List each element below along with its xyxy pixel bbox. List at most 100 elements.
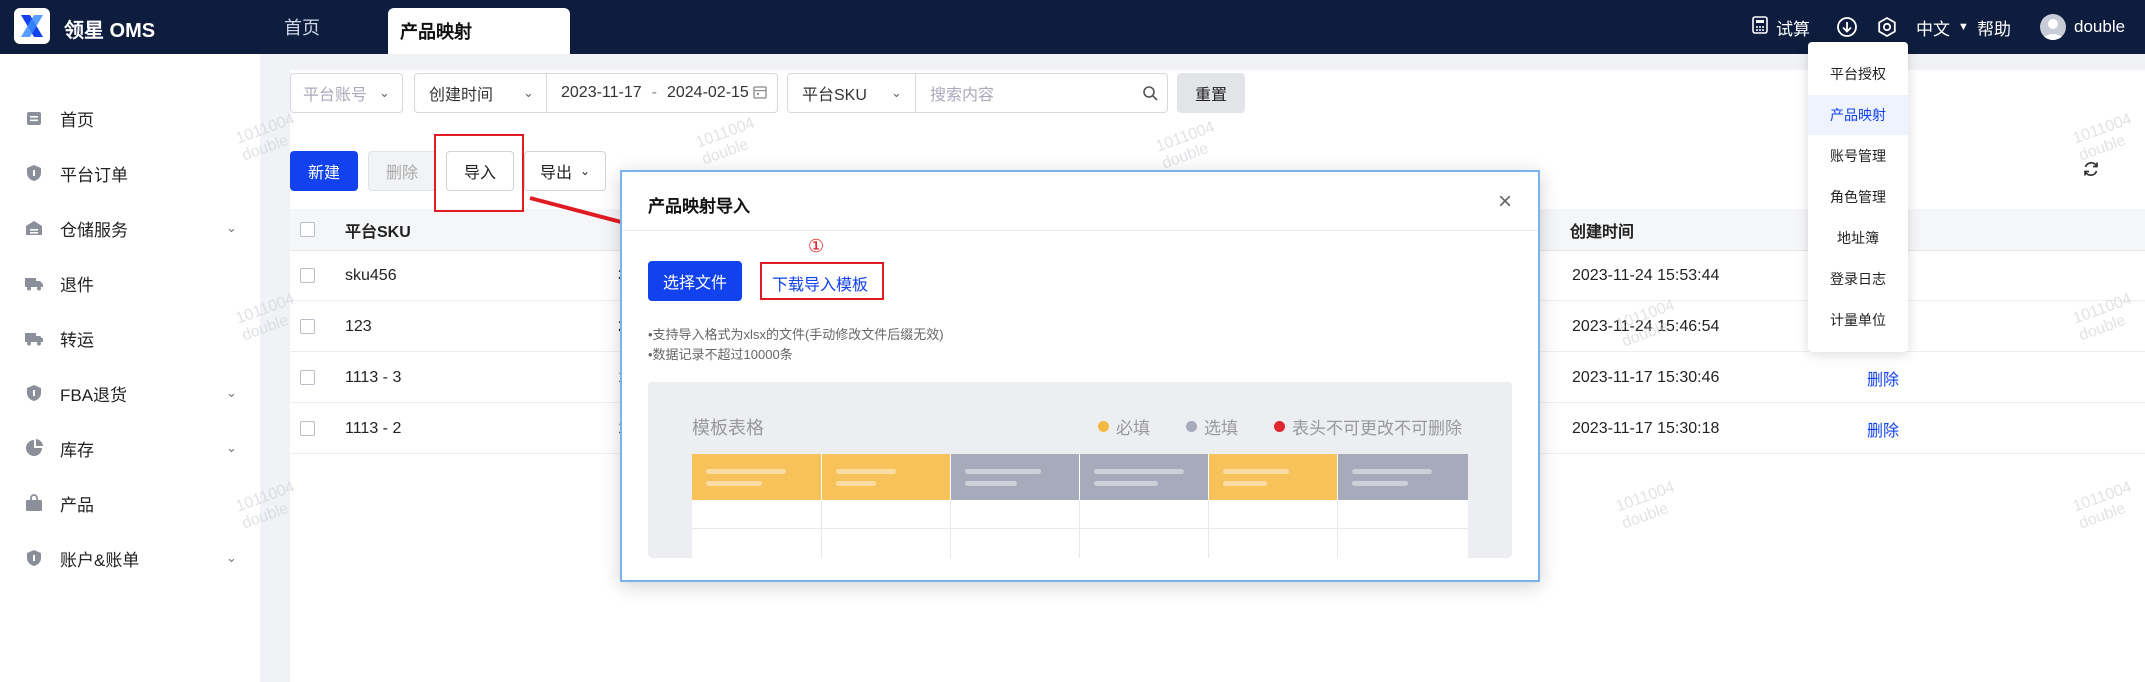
truck-icon (24, 273, 44, 293)
time-type-label: 创建时间 (429, 87, 494, 104)
yellow-dot-icon (1098, 421, 1109, 432)
date-range-picker[interactable]: 2023-11-17 - 2024-02-15 (546, 73, 778, 113)
sidebar-item-label: 库存 (60, 440, 94, 460)
shield-icon (24, 383, 44, 403)
time-type-select[interactable]: 创建时间 ⌄ (414, 73, 548, 113)
row-delete-link[interactable]: 删除 (1867, 404, 1899, 454)
cell-sku: 123 (345, 318, 372, 335)
truck-icon (24, 328, 44, 348)
chevron-down-icon: ⌄ (379, 85, 390, 100)
export-button[interactable]: 导出 ⌄ (524, 151, 606, 191)
legend-label: 选填 (1204, 419, 1238, 438)
calc-label: 试算 (1776, 19, 1810, 39)
warehouse-icon (24, 218, 44, 238)
row-delete-link[interactable]: 删除 (1867, 353, 1899, 403)
search-input[interactable]: 搜索内容 (915, 73, 1168, 113)
menu-item-product-mapping[interactable]: 产品映射 (1808, 95, 1908, 135)
chevron-down-icon: ⌄ (226, 385, 237, 400)
export-label: 导出 (539, 165, 572, 182)
caret-down-icon: ▼ (1958, 21, 1969, 33)
language-label: 中文 (1916, 19, 1950, 39)
sidebar: 首页 平台订单 仓储服务 ⌄ 退件 转运 FBA退货 ⌄ 库存 ⌄ 产品 账户&… (0, 54, 260, 682)
new-button[interactable]: 新建 (290, 151, 358, 191)
chevron-down-icon: ⌄ (891, 85, 902, 100)
template-col-required (1208, 454, 1337, 500)
chevron-down-icon: ⌄ (226, 550, 237, 565)
chevron-down-icon: ⌄ (579, 164, 591, 178)
sidebar-item-transfer[interactable]: 转运 (0, 318, 260, 358)
sidebar-item-label: 首页 (60, 110, 94, 130)
template-col-required (692, 454, 821, 500)
sidebar-item-warehouse[interactable]: 仓储服务 ⌄ (0, 208, 260, 248)
template-preview: 模板表格 必填 选填 表头不可更改不可删除 (648, 382, 1512, 558)
template-col-optional (950, 454, 1079, 500)
legend-locked: 表头不可更改不可删除 (1274, 414, 1462, 439)
calculator-icon (1752, 15, 1768, 39)
download-template-link[interactable]: 下载导入模板 (772, 271, 868, 295)
select-all-checkbox[interactable] (300, 222, 315, 237)
tab-home[interactable]: 首页 (284, 0, 320, 54)
search-field-select[interactable]: 平台SKU ⌄ (787, 73, 917, 113)
sidebar-item-fba-returns[interactable]: FBA退货 ⌄ (0, 373, 260, 413)
sidebar-item-label: 产品 (60, 495, 94, 515)
reset-button[interactable]: 重置 (1177, 73, 1245, 113)
cell-created: 2023-11-17 15:30:18 (1572, 420, 1720, 437)
menu-item-units[interactable]: 计量单位 (1808, 300, 1908, 340)
legend-label: 表头不可更改不可删除 (1292, 419, 1462, 438)
tab-product-mapping[interactable]: 产品映射 (388, 8, 570, 54)
import-dialog: 产品映射导入 × 选择文件 ① 下载导入模板 •支持导入格式为xlsx的文件(手… (620, 170, 1540, 582)
sidebar-item-products[interactable]: 产品 (0, 483, 260, 523)
shield-icon (24, 163, 44, 183)
sidebar-item-label: 平台订单 (60, 165, 128, 185)
logo-icon[interactable] (14, 8, 50, 44)
column-header-sku: 平台SKU (345, 224, 411, 241)
menu-item-login-log[interactable]: 登录日志 (1808, 259, 1908, 299)
chevron-down-icon: ⌄ (523, 85, 534, 100)
template-col-optional (1337, 454, 1468, 500)
date-separator: - (651, 84, 657, 101)
avatar (2040, 14, 2066, 40)
column-header-created: 创建时间 (1570, 224, 1635, 241)
template-col-optional (1079, 454, 1208, 500)
delete-button[interactable]: 删除 (368, 151, 436, 191)
sidebar-item-label: 仓储服务 (60, 220, 128, 240)
menu-item-account-management[interactable]: 账号管理 (1808, 136, 1908, 176)
menu-item-platform-auth[interactable]: 平台授权 (1808, 54, 1908, 94)
user-menu[interactable]: double (2040, 0, 2125, 54)
pie-icon (24, 438, 44, 458)
menu-item-role-management[interactable]: 角色管理 (1808, 177, 1908, 217)
chevron-down-icon: ⌄ (226, 220, 237, 235)
red-dot-icon (1274, 421, 1285, 432)
sidebar-item-inventory[interactable]: 库存 ⌄ (0, 428, 260, 468)
sidebar-item-platform-orders[interactable]: 平台订单 (0, 153, 260, 193)
sidebar-item-home[interactable]: 首页 (0, 98, 260, 138)
calc-button[interactable]: 试算 (1752, 0, 1810, 54)
menu-item-address-book[interactable]: 地址簿 (1808, 218, 1908, 258)
legend-optional: 选填 (1186, 414, 1238, 439)
home-icon (24, 108, 44, 128)
search-placeholder: 搜索内容 (930, 87, 995, 104)
step-marker: ① (808, 236, 825, 256)
row-checkbox[interactable] (300, 421, 315, 436)
template-col-required (821, 454, 950, 500)
help-link[interactable]: 帮助 (1977, 0, 2011, 54)
sidebar-item-account-billing[interactable]: 账户&账单 ⌄ (0, 538, 260, 578)
cell-created: 2023-11-17 15:30:46 (1572, 369, 1720, 386)
sidebar-item-label: 转运 (60, 330, 94, 350)
cell-created: 2023-11-24 15:53:44 (1572, 267, 1720, 284)
close-icon[interactable]: × (1498, 188, 1512, 216)
legend-label: 必填 (1116, 419, 1150, 438)
search-field-label: 平台SKU (802, 87, 867, 104)
sidebar-item-returns[interactable]: 退件 (0, 263, 260, 303)
platform-account-select[interactable]: 平台账号 ⌄ (290, 73, 403, 113)
cell-sku: sku456 (345, 267, 397, 284)
row-checkbox[interactable] (300, 268, 315, 283)
bag-icon (24, 493, 44, 513)
language-select[interactable]: 中文 ▼ (1916, 0, 1969, 54)
divider (622, 230, 1538, 231)
dialog-title: 产品映射导入 (648, 197, 750, 216)
select-file-button[interactable]: 选择文件 (648, 261, 742, 301)
row-checkbox[interactable] (300, 370, 315, 385)
template-grid (692, 454, 1468, 558)
shield-icon (24, 548, 44, 568)
